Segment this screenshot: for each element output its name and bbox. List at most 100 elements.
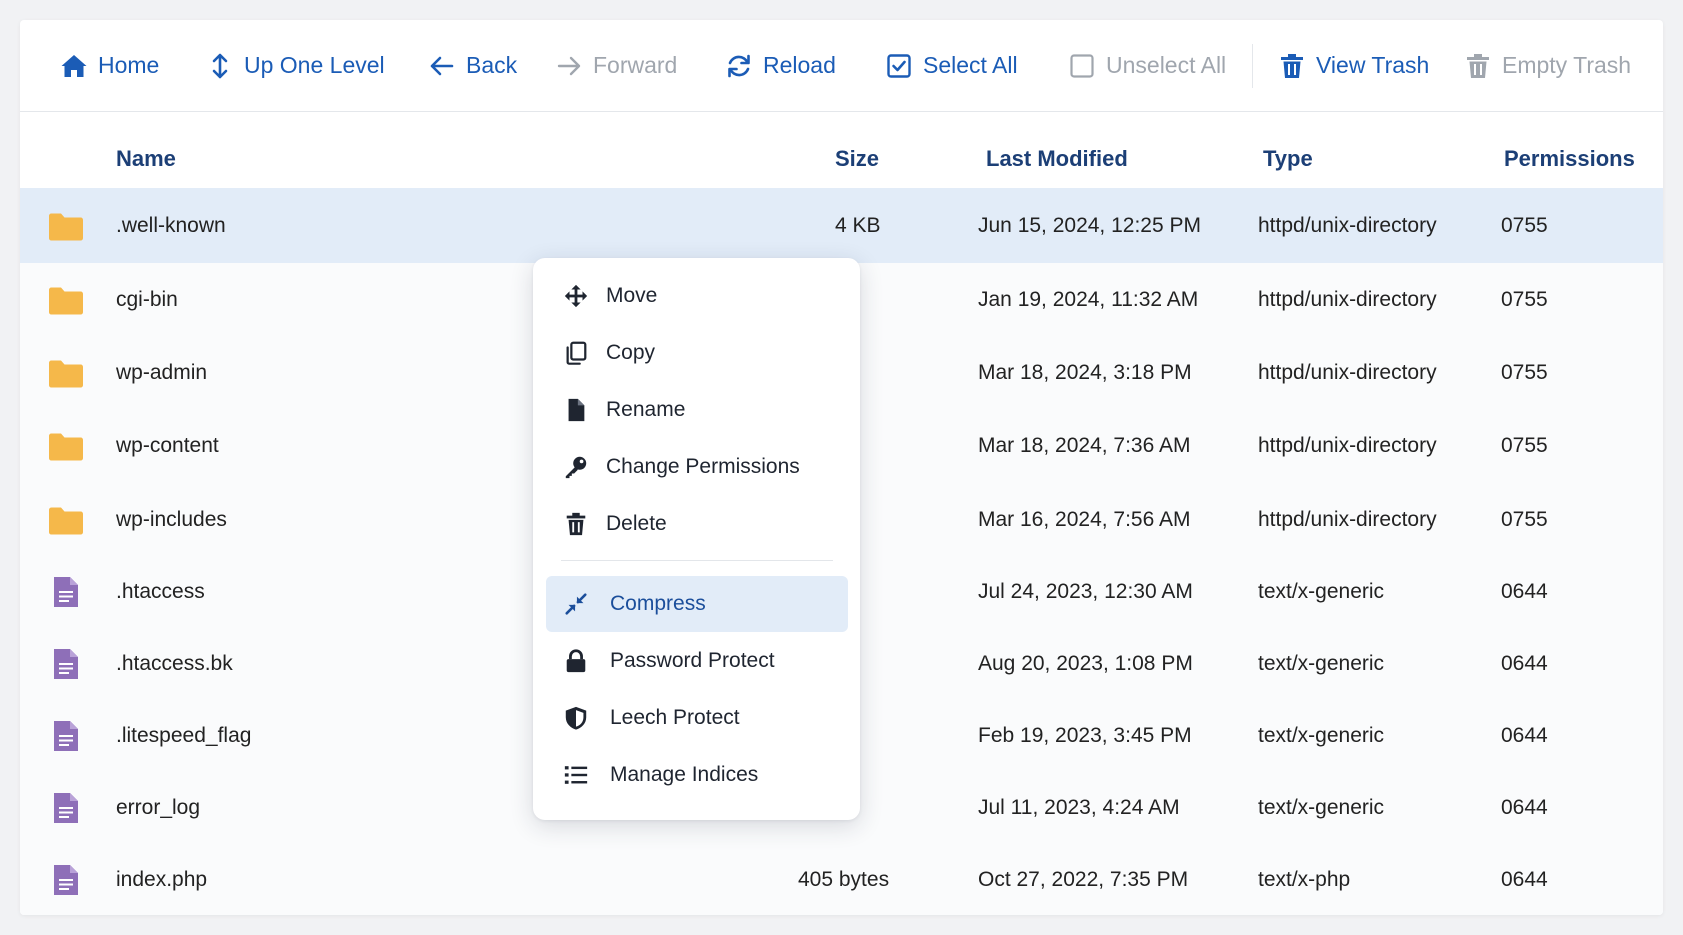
trash-icon <box>1464 52 1492 80</box>
file-name: .well-known <box>116 213 226 237</box>
checkbox-empty-icon <box>1068 52 1096 80</box>
file-permissions: 0755 <box>1501 287 1548 311</box>
file-name: wp-content <box>116 434 219 457</box>
menu-item-label: Leech Protect <box>610 706 740 729</box>
menu-item-label: Move <box>606 284 658 307</box>
list-icon <box>562 761 590 789</box>
file-last-modified: Mar 18, 2024, 7:36 AM <box>978 434 1191 457</box>
menu-item-password-protect[interactable]: Password Protect <box>546 633 848 689</box>
up-down-arrow-icon <box>206 52 234 80</box>
file-last-modified: Feb 19, 2023, 3:45 PM <box>978 724 1192 747</box>
file-type: httpd/unix-directory <box>1258 507 1437 531</box>
forward-button[interactable]: Forward <box>555 20 677 111</box>
file-type: text/x-php <box>1258 867 1351 891</box>
key-icon <box>562 453 590 481</box>
arrow-right-icon <box>555 52 583 80</box>
menu-item-change-permissions[interactable]: Change Permissions <box>546 439 848 495</box>
file-permissions: 0644 <box>1501 652 1548 675</box>
file-name: error_log <box>116 796 201 819</box>
file-permissions: 0644 <box>1501 867 1548 891</box>
select-all-button[interactable]: Select All <box>885 20 1018 111</box>
view-trash-label: View Trash <box>1316 52 1430 78</box>
checkbox-checked-icon <box>885 52 913 80</box>
menu-item-label: Change Permissions <box>606 455 800 478</box>
file-icon <box>52 556 80 628</box>
file-permissions: 0644 <box>1501 580 1548 603</box>
file-last-modified: Aug 20, 2023, 1:08 PM <box>978 652 1193 675</box>
folder-icon <box>48 483 84 556</box>
trash-icon <box>562 510 590 538</box>
file-type: httpd/unix-directory <box>1258 213 1437 237</box>
move-icon <box>562 282 590 310</box>
folder-icon <box>48 409 84 483</box>
arrow-left-icon <box>428 52 456 80</box>
home-icon <box>60 52 88 80</box>
menu-item-manage-indices[interactable]: Manage Indices <box>546 747 848 803</box>
rename-icon <box>562 396 590 424</box>
unselect-all-button[interactable]: Unselect All <box>1068 20 1226 111</box>
file-permissions: 0755 <box>1501 434 1548 457</box>
file-permissions: 0755 <box>1501 507 1548 531</box>
reload-icon <box>725 52 753 80</box>
folder-icon <box>48 263 84 336</box>
file-size: 4 KB <box>835 213 881 237</box>
menu-item-rename[interactable]: Rename <box>546 382 848 438</box>
file-last-modified: Jul 11, 2023, 4:24 AM <box>978 796 1180 819</box>
file-name: wp-admin <box>116 360 208 384</box>
shield-icon <box>562 704 590 732</box>
file-icon <box>52 844 80 915</box>
context-menu: Move Copy Rename Change Permissions Dele… <box>533 258 860 820</box>
file-type: text/x-generic <box>1258 580 1385 603</box>
file-last-modified: Jun 15, 2024, 12:25 PM <box>978 213 1201 237</box>
file-type: httpd/unix-directory <box>1258 287 1437 311</box>
unselect-all-label: Unselect All <box>1106 52 1227 78</box>
file-permissions: 0644 <box>1501 724 1548 747</box>
menu-item-label: Copy <box>606 341 656 364</box>
menu-item-label: Password Protect <box>610 649 775 672</box>
select-all-label: Select All <box>923 52 1018 78</box>
file-type: httpd/unix-directory <box>1258 434 1437 457</box>
menu-item-compress[interactable]: Compress <box>546 576 848 632</box>
table-row[interactable]: .well-known 4 KB Jun 15, 2024, 12:25 PM htt… <box>20 188 1663 264</box>
file-last-modified: Jul 24, 2023, 12:30 AM <box>978 580 1193 603</box>
menu-item-leech-protect[interactable]: Leech Protect <box>546 690 848 746</box>
up-one-level-button[interactable]: Up One Level <box>206 20 385 111</box>
trash-icon <box>1278 52 1306 80</box>
menu-divider <box>561 560 833 561</box>
file-name: index.php <box>116 867 208 891</box>
file-icon <box>52 700 80 772</box>
file-name: wp-includes <box>116 507 227 531</box>
back-button[interactable]: Back <box>428 20 517 111</box>
file-name: .litespeed_flag <box>116 724 252 747</box>
toolbar-divider <box>1252 44 1253 88</box>
file-last-modified: Jan 19, 2024, 11:32 AM <box>978 287 1199 311</box>
reload-button[interactable]: Reload <box>725 20 836 111</box>
lock-icon <box>562 647 590 675</box>
home-label: Home <box>98 52 160 78</box>
folder-icon <box>48 336 84 409</box>
home-button[interactable]: Home <box>60 20 159 111</box>
file-type: text/x-generic <box>1258 796 1385 819</box>
compress-icon <box>562 590 590 618</box>
menu-item-label: Compress <box>610 592 706 615</box>
view-trash-button[interactable]: View Trash <box>1278 20 1429 111</box>
file-permissions: 0755 <box>1501 213 1548 237</box>
menu-item-delete[interactable]: Delete <box>546 496 848 552</box>
empty-trash-button[interactable]: Empty Trash <box>1464 20 1631 111</box>
file-name: .htaccess.bk <box>116 652 233 675</box>
file-permissions: 0644 <box>1501 796 1548 819</box>
menu-item-move[interactable]: Move <box>546 268 848 324</box>
up-one-level-label: Up One Level <box>244 52 385 78</box>
file-last-modified: Mar 18, 2024, 3:18 PM <box>978 360 1192 384</box>
back-label: Back <box>466 52 518 78</box>
toolbar: Home Up One Level Back Forward Reload Se… <box>20 20 1663 112</box>
forward-label: Forward <box>593 52 678 78</box>
file-icon <box>52 628 80 700</box>
menu-item-label: Rename <box>606 398 686 421</box>
copy-icon <box>562 339 590 367</box>
table-row[interactable]: index.php 405 bytes Oct 27, 2022, 7:35 PM t… <box>20 844 1663 915</box>
menu-item-copy[interactable]: Copy <box>546 325 848 381</box>
menu-item-label: Manage Indices <box>610 763 759 786</box>
empty-trash-label: Empty Trash <box>1502 52 1632 78</box>
file-name: .htaccess <box>116 580 205 603</box>
